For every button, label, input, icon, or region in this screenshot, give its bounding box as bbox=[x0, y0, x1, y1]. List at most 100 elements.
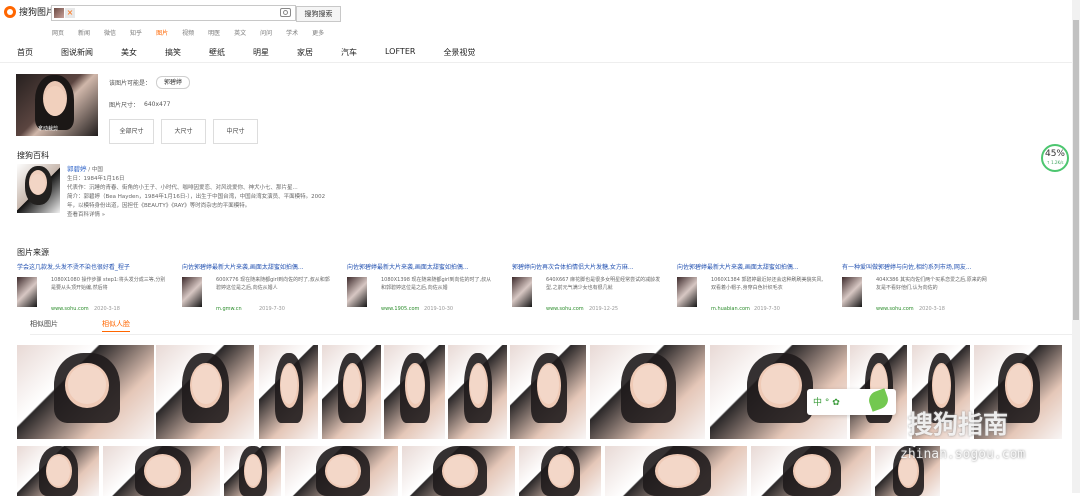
baike-person-link[interactable]: 郭碧婷 bbox=[67, 165, 87, 173]
category-wallpaper[interactable]: 壁纸 bbox=[209, 47, 225, 58]
tab-similar-images[interactable]: 相似图片 bbox=[30, 319, 58, 329]
nav-zhihu[interactable]: 知乎 bbox=[130, 28, 142, 37]
medium-size-button[interactable]: 中尺寸 bbox=[213, 119, 258, 144]
category-home[interactable]: 首页 bbox=[17, 47, 33, 58]
category-stars[interactable]: 明星 bbox=[253, 47, 269, 58]
source-title[interactable]: 郭碧婷向佐再次合体拍情侣大片发糖,女方麻... bbox=[512, 262, 667, 271]
nav-weixin[interactable]: 微信 bbox=[104, 28, 116, 37]
source-thumbnail[interactable] bbox=[677, 277, 697, 307]
category-news[interactable]: 图说新闻 bbox=[61, 47, 93, 58]
result-image[interactable] bbox=[510, 345, 586, 439]
tile-face-highlight bbox=[146, 456, 180, 486]
category-car[interactable]: 汽车 bbox=[341, 47, 357, 58]
tile-face-highlight bbox=[760, 365, 800, 404]
result-image[interactable] bbox=[384, 345, 445, 439]
category-funny[interactable]: 搞笑 bbox=[165, 47, 181, 58]
result-image[interactable] bbox=[17, 345, 154, 439]
result-image[interactable] bbox=[103, 446, 220, 496]
vertical-scrollbar[interactable] bbox=[1072, 0, 1080, 493]
result-image[interactable] bbox=[285, 446, 398, 496]
source-date: 2020-3-18 bbox=[94, 306, 120, 312]
floating-card-text: 中 ° ✿ bbox=[813, 398, 840, 408]
image-search-input[interactable]: × bbox=[51, 5, 296, 21]
result-image[interactable] bbox=[751, 446, 871, 496]
result-image[interactable] bbox=[912, 345, 970, 439]
result-image[interactable] bbox=[448, 345, 507, 439]
category-beauty[interactable]: 美女 bbox=[121, 47, 137, 58]
person-tag-button[interactable]: 郭碧婷 bbox=[156, 76, 191, 89]
sogou-logo[interactable]: 搜狗图片 bbox=[4, 5, 55, 18]
source-title[interactable]: 向佐郭碧婷最新大片来袭,画面太甜蜜如拍偶... bbox=[347, 262, 502, 271]
image-info: 该图片可能是： 郭碧婷 图片尺寸： 640x477 全部尺寸 大尺寸 中尺寸 bbox=[109, 76, 258, 144]
crop-caption[interactable]: 拿动裁剪 bbox=[38, 125, 58, 132]
source-domain: www.1905.com bbox=[381, 306, 420, 312]
source-thumbnail[interactable] bbox=[842, 277, 862, 307]
baike-more-link[interactable]: 查看百科详情 » bbox=[67, 211, 327, 220]
source-domain: www.sohu.com bbox=[546, 306, 584, 312]
source-card[interactable]: 向佐郭碧婷最新大片来袭,画面太甜蜜如拍偶... 1060X1384 郭碧婷最近好… bbox=[677, 262, 832, 314]
source-card[interactable]: 郭碧婷向佐再次合体拍情侣大片发糖,女方麻... 640X667 麻花脚也是很多女… bbox=[512, 262, 667, 314]
progress-percentage: 45% bbox=[1044, 149, 1065, 159]
result-image[interactable] bbox=[17, 446, 99, 496]
source-thumbnail[interactable] bbox=[17, 277, 37, 307]
all-sizes-button[interactable]: 全部尺寸 bbox=[109, 119, 154, 144]
large-size-button[interactable]: 大尺寸 bbox=[161, 119, 206, 144]
tile-face-highlight bbox=[657, 456, 698, 486]
baike-photo[interactable] bbox=[17, 164, 60, 213]
nav-more[interactable]: 更多 bbox=[312, 28, 324, 37]
result-image[interactable] bbox=[322, 345, 381, 439]
floating-ime-card[interactable]: 中 ° ✿ bbox=[807, 388, 896, 415]
speed-progress-widget[interactable]: 45% ↑ 1.2K/s bbox=[1041, 144, 1069, 172]
baike-birthday: 生日：1984年1月16日 bbox=[67, 176, 125, 182]
result-image[interactable] bbox=[259, 345, 318, 439]
source-thumbnail[interactable] bbox=[182, 277, 202, 307]
source-title[interactable]: 向佐郭碧婷最新大片来袭,画面太甜蜜如拍偶... bbox=[182, 262, 337, 271]
baike-works: 代表作：沉睡的青春、街角的小王子、小时代、咖啡因爱恋、对风说爱你、神犬小七、那片… bbox=[67, 185, 298, 191]
sources-title: 图片来源 bbox=[17, 248, 49, 257]
category-panorama[interactable]: 全景视觉 bbox=[443, 47, 475, 58]
camera-icon[interactable] bbox=[280, 8, 291, 17]
category-lofter[interactable]: LOFTER bbox=[385, 47, 415, 58]
nav-academic[interactable]: 学术 bbox=[286, 28, 298, 37]
result-image[interactable] bbox=[605, 446, 747, 496]
result-image[interactable] bbox=[224, 446, 281, 496]
source-title[interactable]: 学会这几款发,头发不烫不染也很好看_程子 bbox=[17, 262, 172, 271]
source-thumbnail[interactable] bbox=[512, 277, 532, 307]
nav-wenwen[interactable]: 问问 bbox=[260, 28, 272, 37]
result-image[interactable] bbox=[974, 345, 1062, 439]
sogou-logo-icon bbox=[4, 5, 16, 18]
result-image[interactable] bbox=[519, 446, 601, 496]
source-card[interactable]: 向佐郭碧婷最新大片来袭,画面太甜蜜如拍偶... 600X776 现在随来随都gi… bbox=[182, 262, 337, 314]
result-image[interactable] bbox=[402, 446, 515, 496]
source-date: 2019-10-30 bbox=[424, 306, 454, 312]
tab-similar-faces[interactable]: 相似人脸 bbox=[102, 319, 130, 332]
result-image[interactable] bbox=[875, 446, 940, 496]
nav-video[interactable]: 视频 bbox=[182, 28, 194, 37]
nav-mingyi[interactable]: 明医 bbox=[208, 28, 220, 37]
source-card[interactable]: 向佐郭碧婷最新大片来袭,画面太甜蜜如拍偶... 1080X1398 现在随来随都… bbox=[347, 262, 502, 314]
nav-news[interactable]: 新闻 bbox=[78, 28, 90, 37]
source-card[interactable]: 有一种爱叫做郭碧婷与向佐,相约系列市场,网友... 404X386 其实向佐们两… bbox=[842, 262, 997, 314]
category-home-decor[interactable]: 家居 bbox=[297, 47, 313, 58]
search-button[interactable]: 搜狗搜索 bbox=[296, 6, 341, 22]
source-card[interactable]: 学会这几款发,头发不烫不染也很好看_程子 1080X1080 操作步骤 step… bbox=[17, 262, 172, 314]
source-domain: www.sohu.com bbox=[876, 306, 914, 312]
scrollbar-thumb[interactable] bbox=[1073, 20, 1079, 320]
remove-query-image-icon[interactable]: × bbox=[65, 8, 75, 18]
image-size-label: 图片尺寸： bbox=[109, 102, 140, 109]
tile-face-highlight bbox=[933, 365, 950, 404]
result-image[interactable] bbox=[156, 345, 254, 439]
nav-web[interactable]: 网页 bbox=[52, 28, 64, 37]
source-title[interactable]: 向佐郭碧婷最新大片来袭,画面太甜蜜如拍偶... bbox=[677, 262, 832, 271]
size-filter-buttons: 全部尺寸 大尺寸 中尺寸 bbox=[109, 119, 258, 144]
query-image[interactable]: 拿动裁剪 bbox=[16, 74, 98, 136]
nav-english[interactable]: 英文 bbox=[234, 28, 246, 37]
result-image[interactable] bbox=[590, 345, 705, 439]
tile-face-highlight bbox=[67, 365, 107, 404]
nav-images[interactable]: 图片 bbox=[156, 28, 168, 37]
source-date: 2019-7-30 bbox=[259, 306, 285, 312]
source-title[interactable]: 有一种爱叫做郭碧婷与向佐,相约系列市场,网友... bbox=[842, 262, 997, 271]
source-thumbnail[interactable] bbox=[347, 277, 367, 307]
source-description: 1060X1384 郭碧婷最近好还会这种刷刷美貌实风,双看着小帽子,身穿白色针织… bbox=[711, 277, 824, 291]
image-size-value: 640x477 bbox=[144, 101, 171, 108]
